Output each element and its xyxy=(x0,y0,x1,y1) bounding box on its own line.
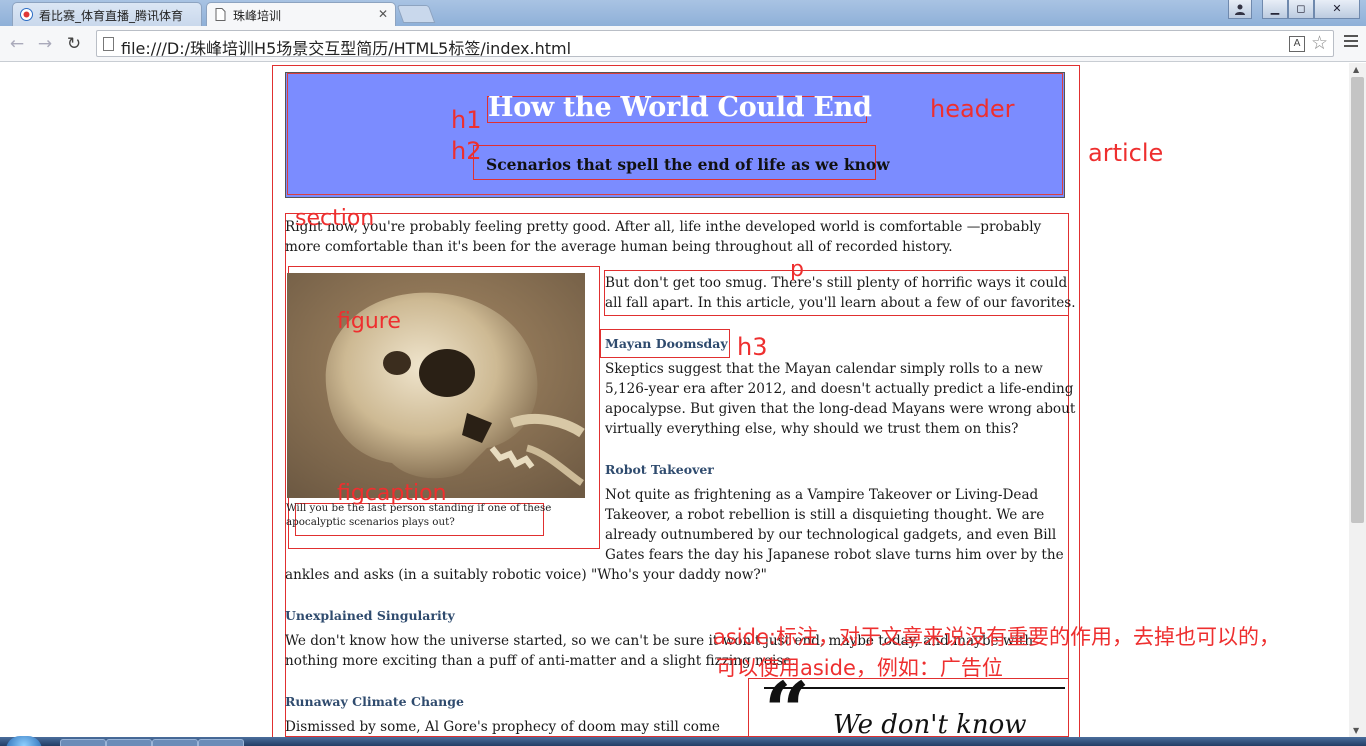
note-h2: h2 xyxy=(451,137,482,165)
paragraph-line: apocalypse. But given that the long-dead… xyxy=(605,401,1076,417)
paragraph-line: ankles and asks (in a suitably robotic v… xyxy=(285,567,767,583)
paragraph-line: 5,126-year era after 2012, and doesn't a… xyxy=(605,381,1074,397)
paragraph-line: Gates fears the day his Japanese robot s… xyxy=(605,547,1064,563)
reload-icon[interactable]: ↻ xyxy=(63,33,85,55)
user-icon[interactable] xyxy=(1228,0,1252,19)
new-tab-button[interactable] xyxy=(396,5,436,23)
url-text[interactable]: file:///D:/珠峰培训H5场景交互型简历/HTML5标签/index.h… xyxy=(121,35,571,59)
taskbar-app-button[interactable] xyxy=(198,739,244,746)
note-figure: figure xyxy=(337,309,401,334)
note-h3: h3 xyxy=(737,333,768,361)
paragraph-line: Takeover, a robot rebellion is still a d… xyxy=(605,507,1045,523)
taskbar-app-button[interactable] xyxy=(60,739,106,746)
note-p: p xyxy=(790,257,804,282)
page-favicon-icon xyxy=(215,8,226,21)
note-h1: h1 xyxy=(451,106,482,134)
heading-unexplained-singularity: Unexplained Singularity xyxy=(285,608,455,623)
translate-icon[interactable]: A xyxy=(1289,36,1305,52)
bookmark-star-icon[interactable]: ☆ xyxy=(1311,32,1328,54)
forward-icon[interactable]: → xyxy=(34,33,56,55)
browser-toolbar: ← → ↻ file:///D:/珠峰培训H5场景交互型简历/HTML5标签/i… xyxy=(0,26,1366,62)
note-header: header xyxy=(930,95,1015,123)
scroll-down-icon[interactable]: ▼ xyxy=(1353,726,1359,735)
close-window-button[interactable]: ✕ xyxy=(1314,0,1360,19)
page-title-h1: How the World Could End xyxy=(488,92,872,123)
heading-mayan-doomsday: Mayan Doomsday xyxy=(605,336,728,351)
scrollbar-thumb[interactable] xyxy=(1351,77,1364,523)
paragraph-line: all fall apart. In this article, you'll … xyxy=(605,295,1076,311)
paragraph-line: Dismissed by some, Al Gore's prophecy of… xyxy=(285,719,720,735)
page-icon xyxy=(103,37,114,51)
tencent-favicon-icon xyxy=(20,8,33,21)
heading-robot-takeover: Robot Takeover xyxy=(605,462,714,477)
minimize-button[interactable]: ▁ xyxy=(1262,0,1288,19)
skull-image xyxy=(287,273,585,498)
tab-zhufeng[interactable]: 珠峰培训 ✕ xyxy=(206,2,396,26)
paragraph-line: virtually everything else, why should we… xyxy=(605,421,1019,437)
browser-titlebar: 看比赛_体育直播_腾讯体育 珠峰培训 ✕ ▁ ◻ ✕ xyxy=(0,0,1366,26)
taskbar-app-button[interactable] xyxy=(106,739,152,746)
paragraph-line: Not quite as frightening as a Vampire Ta… xyxy=(605,487,1039,503)
page-subtitle-h2: Scenarios that spell the end of life as … xyxy=(486,155,890,174)
close-tab-icon[interactable]: ✕ xyxy=(378,7,388,21)
note-aside-line2: 可以使用aside，例如：广告位 xyxy=(716,656,1003,680)
note-article: article xyxy=(1088,139,1164,167)
paragraph-line: already outnumbered by our technological… xyxy=(605,527,1057,543)
taskbar-app-button[interactable] xyxy=(152,739,198,746)
menu-icon[interactable] xyxy=(1344,35,1358,51)
pull-quote: We don't know xyxy=(833,710,1027,737)
note-section: section xyxy=(295,206,375,231)
maximize-button[interactable]: ◻ xyxy=(1288,0,1314,19)
note-figcaption: figcaption xyxy=(337,481,447,506)
note-aside-line1: aside:标注，对于文章来说没有重要的作用，去掉也可以的， xyxy=(713,625,1280,649)
intro-line: more comfortable than it's been for the … xyxy=(285,239,953,255)
page-viewport: How the World Could End Scenarios that s… xyxy=(0,63,1349,737)
paragraph-line: But don't get too smug. There's still pl… xyxy=(605,275,1068,291)
tab-title: 珠峰培训 xyxy=(233,9,282,23)
intro-line: Right now, you're probably feeling prett… xyxy=(285,219,1042,235)
vertical-scrollbar[interactable]: ▲ ▼ xyxy=(1349,63,1366,737)
paragraph-line: Skeptics suggest that the Mayan calendar… xyxy=(605,361,1043,377)
address-bar[interactable]: file:///D:/珠峰培训H5场景交互型简历/HTML5标签/index.h… xyxy=(96,30,1334,59)
tab-tencent-sports[interactable]: 看比赛_体育直播_腾讯体育 xyxy=(12,2,202,26)
back-icon[interactable]: ← xyxy=(6,33,28,55)
heading-runaway-climate-change: Runaway Climate Change xyxy=(285,694,464,709)
scroll-up-icon[interactable]: ▲ xyxy=(1353,65,1359,74)
figcaption-line: apocalyptic scenarios plays out? xyxy=(286,516,455,528)
tab-title: 看比赛_体育直播_腾讯体育 xyxy=(39,9,184,23)
